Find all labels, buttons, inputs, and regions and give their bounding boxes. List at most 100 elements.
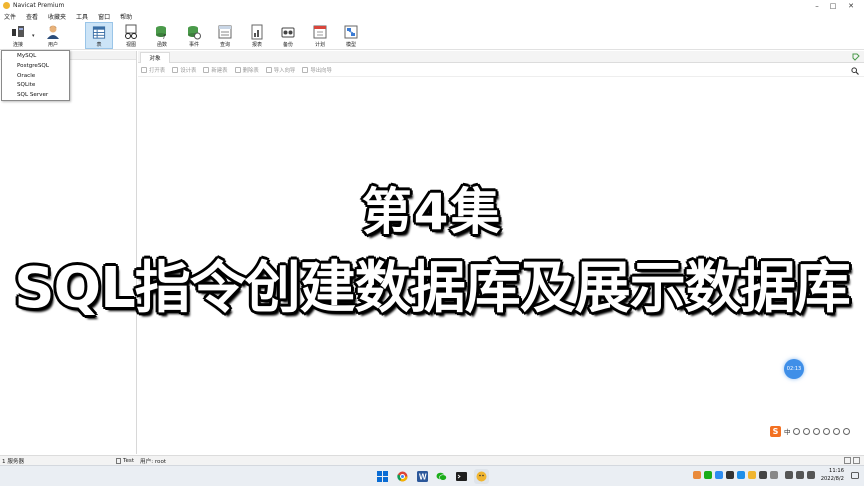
tab-objects[interactable]: 对象 [140, 52, 170, 63]
tray-app-icon-1[interactable] [693, 471, 701, 479]
import-wizard-button[interactable]: 导入向导 [265, 66, 295, 74]
delete-table-icon [234, 67, 241, 73]
tray-app-icon-3[interactable] [726, 471, 734, 479]
tray-wechat-icon[interactable] [704, 471, 712, 479]
close-button[interactable]: ✕ [842, 0, 860, 11]
report-label: 报表 [251, 42, 262, 48]
menu-favorites[interactable]: 收藏夹 [44, 12, 72, 21]
model-button[interactable]: 模型 [337, 22, 365, 49]
delete-table-label: 删除表 [242, 68, 259, 74]
wechat-taskbar-button[interactable] [434, 469, 449, 484]
design-table-label: 设计表 [180, 68, 197, 74]
current-user: 用户: root [140, 458, 167, 465]
query-button[interactable]: 查询 [211, 22, 239, 49]
word-taskbar-button[interactable]: W [415, 469, 430, 484]
tray-app-icon-7[interactable] [770, 471, 778, 479]
object-tab-bar: 对象 [138, 51, 864, 63]
report-icon [251, 24, 263, 40]
svg-text:W: W [419, 473, 427, 482]
main-toolbar: 连接 ▾ 用户 表 视图 f 函数 事件 查询 报表 备份 计划 模型 [0, 21, 864, 50]
user-label: 用户 [47, 42, 58, 48]
search-icon[interactable] [851, 67, 859, 75]
event-button[interactable]: 事件 [180, 22, 208, 49]
battery-icon[interactable] [807, 471, 815, 479]
event-label: 事件 [188, 42, 199, 48]
delete-table-button[interactable]: 删除表 [234, 66, 259, 74]
chrome-taskbar-button[interactable] [395, 469, 410, 484]
notification-icon[interactable] [851, 472, 859, 480]
tag-icon[interactable] [852, 53, 860, 61]
report-button[interactable]: 报表 [243, 22, 271, 49]
wechat-icon [436, 472, 447, 481]
emoji-icon[interactable] [802, 427, 810, 435]
export-wizard-button[interactable]: 导出向导 [302, 66, 332, 74]
system-tray [693, 471, 818, 479]
menu-help[interactable]: 帮助 [116, 12, 138, 21]
tray-app-icon-6[interactable] [759, 471, 767, 479]
word-icon: W [417, 471, 428, 482]
design-table-button[interactable]: 设计表 [172, 66, 196, 74]
new-table-icon [203, 67, 210, 73]
table-icon [92, 26, 106, 39]
function-button[interactable]: f 函数 [148, 22, 176, 49]
keyboard-icon[interactable] [822, 427, 830, 435]
backup-button[interactable]: 备份 [274, 22, 302, 49]
menu-view[interactable]: 查看 [22, 12, 44, 21]
menu-file[interactable]: 文件 [0, 12, 22, 21]
taskbar: W 11:16 2022/8/2 [0, 465, 864, 486]
wifi-icon[interactable] [785, 471, 793, 479]
menu-bar: 文件 查看 收藏夹 工具 窗口 帮助 [0, 11, 864, 21]
export-wizard-label: 导出向导 [310, 68, 332, 74]
tray-app-icon-2[interactable] [715, 471, 723, 479]
ime-mode-label[interactable]: 中 [784, 426, 791, 436]
schedule-button[interactable]: 计划 [306, 22, 334, 49]
punctuation-icon[interactable] [792, 427, 800, 435]
backup-icon [281, 27, 295, 38]
connection-label: 连接 [12, 42, 23, 48]
schedule-label: 计划 [314, 42, 325, 48]
dropdown-item-oracle[interactable]: Oracle [2, 72, 69, 82]
volume-icon[interactable] [796, 471, 804, 479]
open-table-label: 打开表 [149, 68, 166, 74]
new-table-label: 新建表 [211, 68, 228, 74]
taskbar-clock[interactable]: 11:16 2022/8/2 [821, 468, 844, 483]
new-table-button[interactable]: 新建表 [203, 66, 228, 74]
dropdown-item-mysql[interactable]: MySQL [2, 52, 69, 62]
maximize-button[interactable]: □ [824, 0, 842, 11]
current-connection: Test [116, 457, 134, 464]
view-icon [125, 24, 137, 39]
dropdown-item-postgresql[interactable]: PostgreSQL [2, 62, 69, 72]
list-view-icon[interactable] [844, 457, 851, 464]
skin-icon[interactable] [832, 427, 840, 435]
open-table-button[interactable]: 打开表 [141, 66, 165, 74]
table-button[interactable]: 表 [85, 22, 113, 49]
view-button[interactable]: 视图 [117, 22, 145, 49]
start-button[interactable] [375, 469, 390, 484]
dropdown-item-sqlite[interactable]: SQLite [2, 81, 69, 91]
navicat-taskbar-button[interactable] [474, 469, 489, 484]
windows-logo-icon [377, 471, 388, 482]
event-icon [188, 26, 201, 40]
server-count: 1 服务器 [2, 458, 25, 465]
navicat-app-icon [3, 2, 10, 9]
terminal-taskbar-button[interactable] [454, 469, 469, 484]
function-icon: f [156, 26, 166, 40]
connection-button[interactable]: 连接 [4, 22, 32, 49]
tray-app-icon-4[interactable] [737, 471, 745, 479]
dropdown-item-sql-server[interactable]: SQL Server [2, 91, 69, 101]
backup-label: 备份 [282, 42, 293, 48]
microphone-icon[interactable] [812, 427, 820, 435]
tray-app-icon-5[interactable] [748, 471, 756, 479]
menu-tools[interactable]: 工具 [72, 12, 94, 21]
clock-time: 11:16 [829, 468, 844, 474]
connection-tree-panel[interactable] [0, 51, 137, 454]
floating-clock-bubble[interactable]: 02:13 [784, 359, 804, 379]
user-button[interactable]: 用户 [39, 22, 67, 49]
table-label: 表 [96, 42, 102, 48]
menu-window[interactable]: 窗口 [94, 12, 116, 21]
chevron-down-icon[interactable]: ▾ [32, 33, 35, 39]
window-title: Navicat Premium [13, 2, 65, 9]
detail-view-icon[interactable] [853, 457, 860, 464]
grid-menu-icon[interactable] [842, 427, 850, 435]
sogou-logo-icon[interactable]: S [770, 425, 781, 437]
